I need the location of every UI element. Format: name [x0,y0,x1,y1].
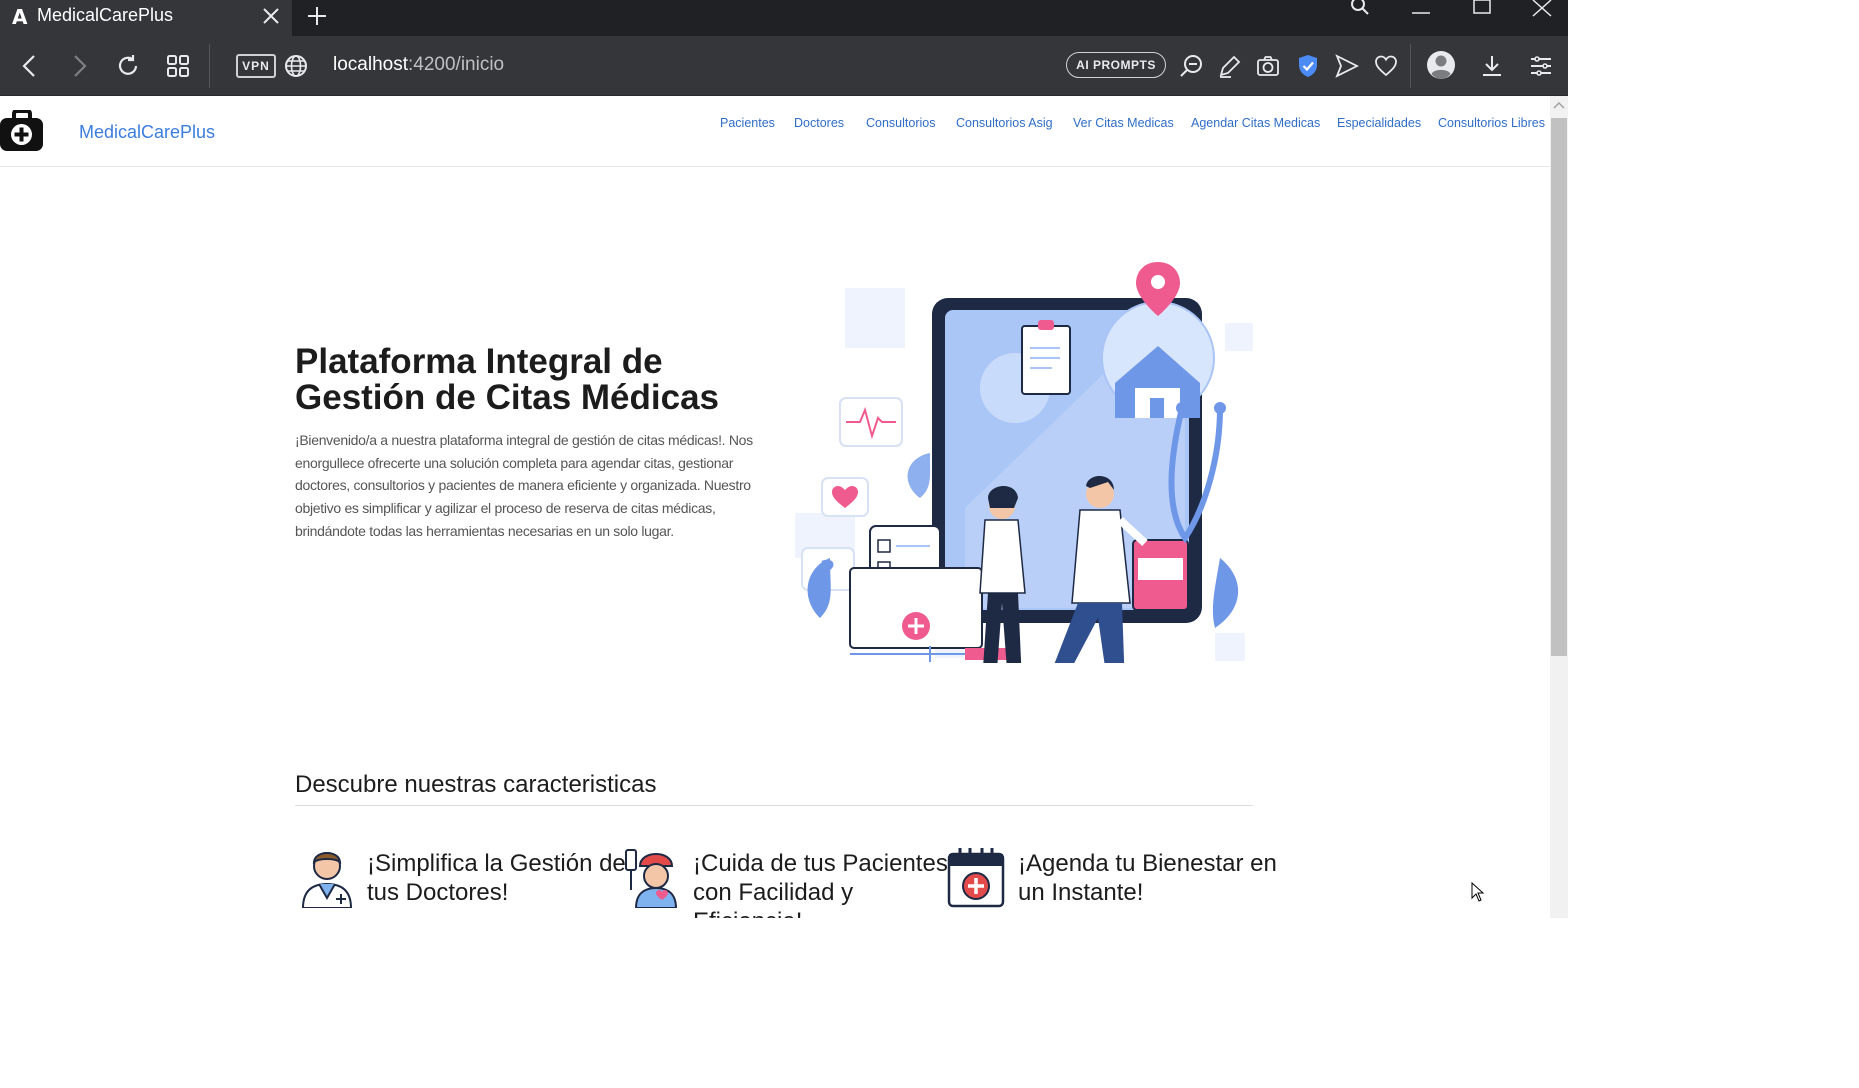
brand-name[interactable]: MedicalCarePlus [79,122,215,143]
tab-title: MedicalCarePlus [37,5,174,25]
search-tabs-icon[interactable] [1340,0,1380,20]
camera-icon[interactable] [1255,53,1281,79]
scroll-up-icon[interactable] [1553,100,1565,110]
calendar-icon [947,848,1005,908]
new-tab-icon[interactable] [305,4,329,28]
site-navbar: MedicalCarePlus Pacientes Doctores Consu… [0,96,1550,167]
nav-link-ver-citas[interactable]: Ver Citas Medicas [1073,116,1174,130]
profile-avatar-icon[interactable] [1426,50,1456,80]
maximize-icon[interactable] [1462,0,1502,20]
doctor-icon [301,852,353,908]
features-heading: Descubre nuestras caracteristicas [295,771,657,798]
speed-dial-icon[interactable] [165,53,191,79]
feature-title-pacientes: ¡Cuida de tus Pacientes con Facilidad y … [693,850,948,918]
edit-icon[interactable] [1217,53,1243,79]
browser-tab[interactable]: A MedicalCarePlus [0,0,292,36]
browser-tab-bar: A MedicalCarePlus [0,0,1568,36]
scrollbar-thumb[interactable] [1551,118,1567,656]
nav-link-consultorios-libres[interactable]: Consultorios Libres [1438,116,1545,130]
nav-link-agendar-citas[interactable]: Agendar Citas Medicas [1191,116,1320,130]
svg-text:A: A [12,5,28,27]
url-host: localhost [333,54,408,75]
features-divider [295,805,1253,806]
url-path: :4200/inicio [408,54,505,75]
hero-description: ¡Bienvenido/a a nuestra plataforma integ… [295,432,753,539]
minimize-icon[interactable] [1400,0,1440,20]
mouse-cursor-icon [1471,882,1485,902]
zoom-icon[interactable] [1178,53,1204,79]
nav-link-especialidades[interactable]: Especialidades [1337,116,1421,130]
patient-icon [625,849,678,908]
angular-icon: A [12,5,28,27]
hero-title: Plataforma Integral de Gestión de Citas … [295,342,720,417]
reload-icon[interactable] [115,53,141,79]
menu-icon[interactable] [1528,53,1554,79]
close-tab-icon[interactable] [260,5,282,27]
medical-kit-icon[interactable] [0,110,44,152]
globe-icon[interactable] [283,53,309,79]
toolbar-divider [209,44,210,88]
heart-icon[interactable] [1373,53,1399,79]
nav-link-doctores[interactable]: Doctores [794,116,844,130]
toolbar-divider [1410,44,1411,88]
close-window-icon[interactable] [1522,0,1562,20]
vpn-button[interactable]: VPN [236,54,276,78]
shield-icon[interactable] [1295,53,1321,79]
medical-illustration: ? [795,262,1253,663]
nav-link-pacientes[interactable]: Pacientes [720,116,775,130]
web-page: MedicalCarePlus Pacientes Doctores Consu… [0,96,1550,918]
feature-title-doctores: ¡Simplifica la Gestión de tus Doctores! [367,850,626,906]
send-icon[interactable] [1334,53,1360,79]
forward-icon[interactable] [66,53,92,79]
back-icon[interactable] [17,53,43,79]
nav-link-consultorios-asig[interactable]: Consultorios Asig [956,116,1053,130]
ai-prompts-button[interactable]: AI PROMPTS [1066,52,1166,78]
download-icon[interactable] [1479,53,1505,79]
address-bar[interactable]: localhost:4200/inicio [333,54,504,76]
feature-title-agenda: ¡Agenda tu Bienestar en un Instante! [1018,850,1277,906]
nav-link-consultorios[interactable]: Consultorios [866,116,935,130]
browser-toolbar: VPN localhost:4200/inicio AI PROMPTS [0,36,1568,96]
